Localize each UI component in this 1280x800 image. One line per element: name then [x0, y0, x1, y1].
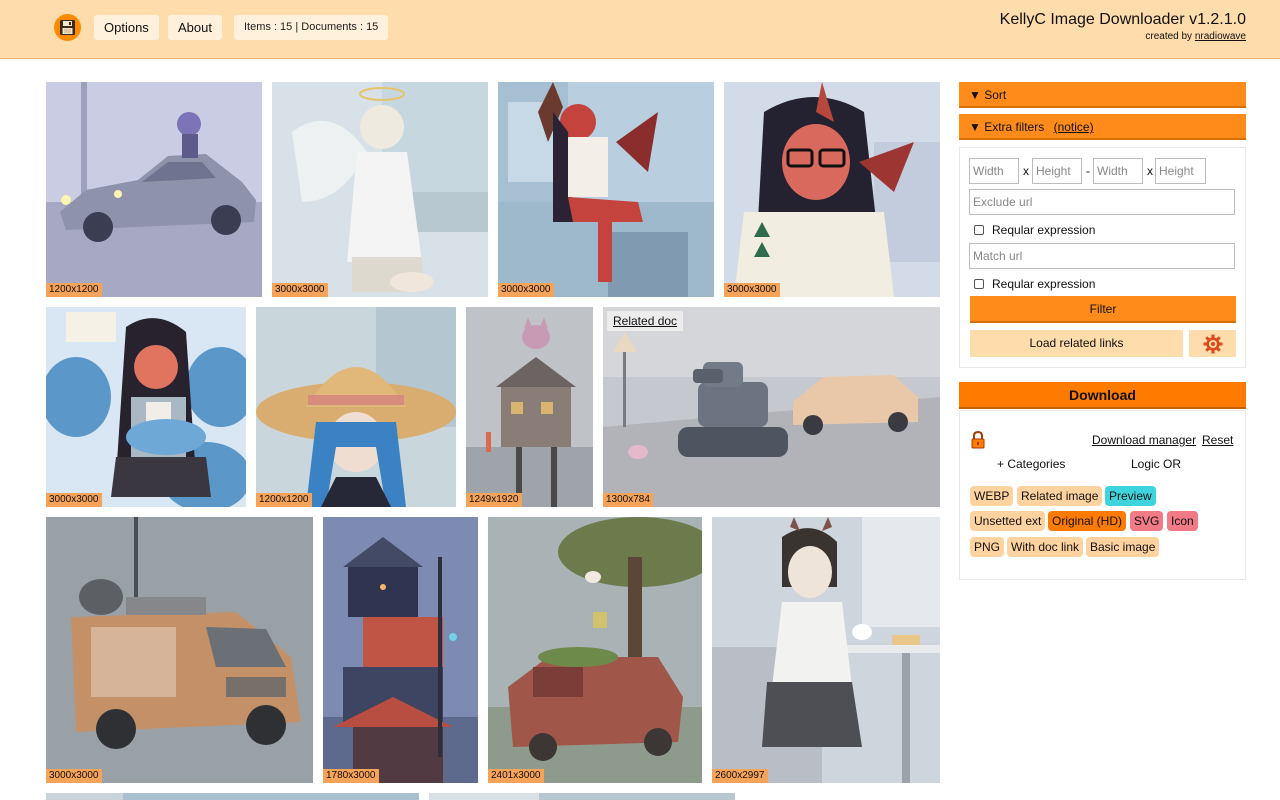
categories-toggle[interactable]: + Categories	[997, 457, 1065, 471]
size-separator: x	[1023, 164, 1029, 178]
tag-svg[interactable]: SVG	[1130, 511, 1164, 531]
regex-match-checkbox[interactable]	[974, 279, 984, 289]
sort-toggle[interactable]: ▼ Sort	[959, 82, 1246, 108]
image-dimensions: 1200x1200	[256, 493, 312, 507]
straw-hat-thumbnail	[256, 307, 456, 507]
image-dimensions: 1200x1200	[46, 283, 102, 297]
gallery-image[interactable]: 3000x3000	[46, 307, 246, 507]
created-by: created by nradiowave	[1145, 31, 1246, 42]
gallery-image[interactable]: 3000x3000	[46, 517, 313, 783]
tower-house-thumbnail	[323, 517, 478, 783]
gallery-image[interactable]	[429, 793, 735, 800]
gallery-image[interactable]: Related doc 1300x784	[603, 307, 940, 507]
created-by-prefix: created by	[1145, 31, 1193, 42]
image-dimensions: 2401x3000	[488, 769, 544, 783]
car-girl-thumbnail	[46, 82, 262, 297]
regex-match-label: Reqular expression	[992, 277, 1096, 291]
regex-exclude-label: Reqular expression	[992, 223, 1096, 237]
gallery-image[interactable]: 3000x3000	[272, 82, 488, 297]
gallery-image[interactable]: 3000x3000	[498, 82, 714, 297]
notice-link[interactable]: (notice)	[1054, 120, 1094, 134]
gallery-image[interactable]: 1249x1920	[466, 307, 593, 507]
image-dimensions: 3000x3000	[46, 769, 102, 783]
settings-button[interactable]	[1189, 330, 1236, 357]
gallery-image[interactable]: 1200x1200	[256, 307, 456, 507]
gallery-image[interactable]	[46, 793, 419, 800]
gear-icon	[1203, 334, 1222, 353]
image-dimensions: 1780x3000	[323, 769, 379, 783]
tag-with-doc-link[interactable]: With doc link	[1007, 537, 1084, 557]
tag-icon[interactable]: Icon	[1167, 511, 1198, 531]
image-dimensions: 3000x3000	[272, 283, 328, 297]
sort-label: ▼ Sort	[969, 88, 1007, 102]
image-dimensions: 3000x3000	[498, 283, 554, 297]
max-width-input[interactable]	[1093, 158, 1143, 184]
angel-girl-thumbnail	[272, 82, 488, 297]
image-gallery: 1200x1200 3000x3000 3000x3000 3000x3000 …	[0, 0, 950, 800]
min-width-input[interactable]	[969, 158, 1019, 184]
tag-basic-image[interactable]: Basic image	[1086, 537, 1160, 557]
tag-webp[interactable]: WEBP	[970, 486, 1014, 506]
logic-toggle[interactable]: Logic OR	[1131, 457, 1181, 471]
tag-original-hd[interactable]: Original (HD)	[1048, 511, 1127, 531]
max-height-input[interactable]	[1155, 158, 1206, 184]
match-url-input[interactable]	[969, 243, 1235, 269]
gallery-image[interactable]: 1200x1200	[46, 82, 262, 297]
exclude-url-input[interactable]	[969, 189, 1235, 215]
image-dimensions: 3000x3000	[46, 493, 102, 507]
download-options-panel: Download manager Reset + Categories Logi…	[959, 410, 1246, 580]
tag-preview[interactable]: Preview	[1105, 486, 1156, 506]
demon-glasses-thumbnail	[724, 82, 940, 297]
image-dimensions: 1249x1920	[466, 493, 522, 507]
extra-filters-label: ▼ Extra filters	[969, 120, 1045, 134]
cat-tower-thumbnail	[466, 307, 593, 507]
demon-shark-thumbnail	[46, 307, 246, 507]
gallery-image[interactable]: 3000x3000	[724, 82, 940, 297]
download-button[interactable]: Download	[959, 382, 1246, 409]
van-thumbnail	[46, 517, 313, 783]
filter-button[interactable]: Filter	[970, 296, 1236, 323]
abandoned-truck-thumbnail	[488, 517, 702, 783]
author-link[interactable]: nradiowave	[1195, 31, 1246, 42]
partial-thumbnail	[123, 793, 419, 800]
gallery-image[interactable]: 1780x3000	[323, 517, 478, 783]
tank-car-thumbnail	[603, 307, 940, 507]
gallery-image[interactable]: 2401x3000	[488, 517, 702, 783]
image-dimensions: 2600x2997	[712, 769, 768, 783]
tag-png[interactable]: PNG	[970, 537, 1005, 557]
gallery-image[interactable]: 2600x2997	[712, 517, 940, 783]
size-separator: x	[1147, 164, 1153, 178]
extra-filters-toggle[interactable]: ▼ Extra filters (notice)	[959, 114, 1246, 140]
regex-exclude-checkbox[interactable]	[974, 225, 984, 235]
image-dimensions: 1300x784	[603, 493, 653, 507]
demon-table-thumbnail	[712, 517, 940, 783]
lock-icon[interactable]	[971, 431, 985, 449]
load-related-links-button[interactable]: Load related links	[970, 330, 1183, 357]
tag-unsetted-ext[interactable]: Unsetted ext	[970, 511, 1046, 531]
reset-link[interactable]: Reset	[1202, 433, 1233, 447]
extra-filters-panel: x - x Reqular expression Reqular express…	[959, 147, 1246, 368]
app-title: KellyC Image Downloader v1.2.1.0	[999, 11, 1246, 28]
download-manager-link[interactable]: Download manager	[1092, 433, 1196, 447]
tag-related-image[interactable]: Related image	[1017, 486, 1103, 506]
range-separator: -	[1086, 164, 1090, 178]
demon-kitchen-thumbnail	[498, 82, 714, 297]
min-height-input[interactable]	[1032, 158, 1082, 184]
image-dimensions: 3000x3000	[724, 283, 780, 297]
partial-thumbnail	[429, 793, 539, 800]
related-doc-link[interactable]: Related doc	[607, 311, 684, 331]
